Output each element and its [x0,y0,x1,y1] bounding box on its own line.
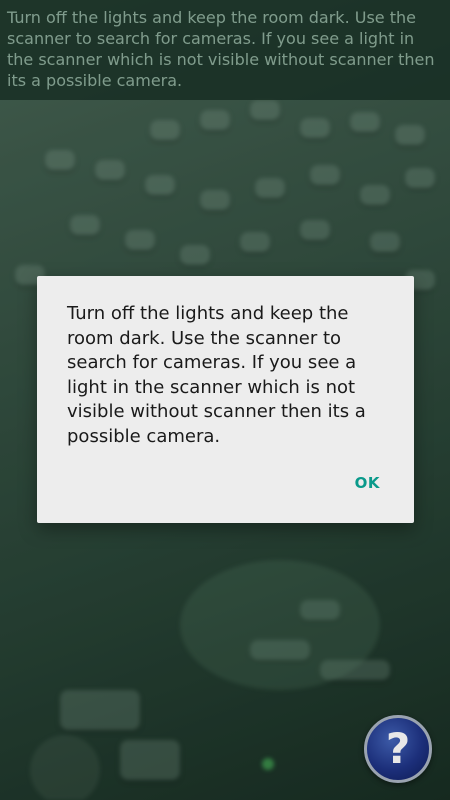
app-screen: Turn off the lights and keep the room da… [0,0,450,800]
ok-button[interactable]: OK [351,470,384,496]
help-button[interactable]: ? [364,715,432,783]
dialog-message: Turn off the lights and keep the room da… [67,303,366,447]
question-mark-icon: ? [385,724,411,773]
instruction-dialog: Turn off the lights and keep the room da… [37,276,414,523]
